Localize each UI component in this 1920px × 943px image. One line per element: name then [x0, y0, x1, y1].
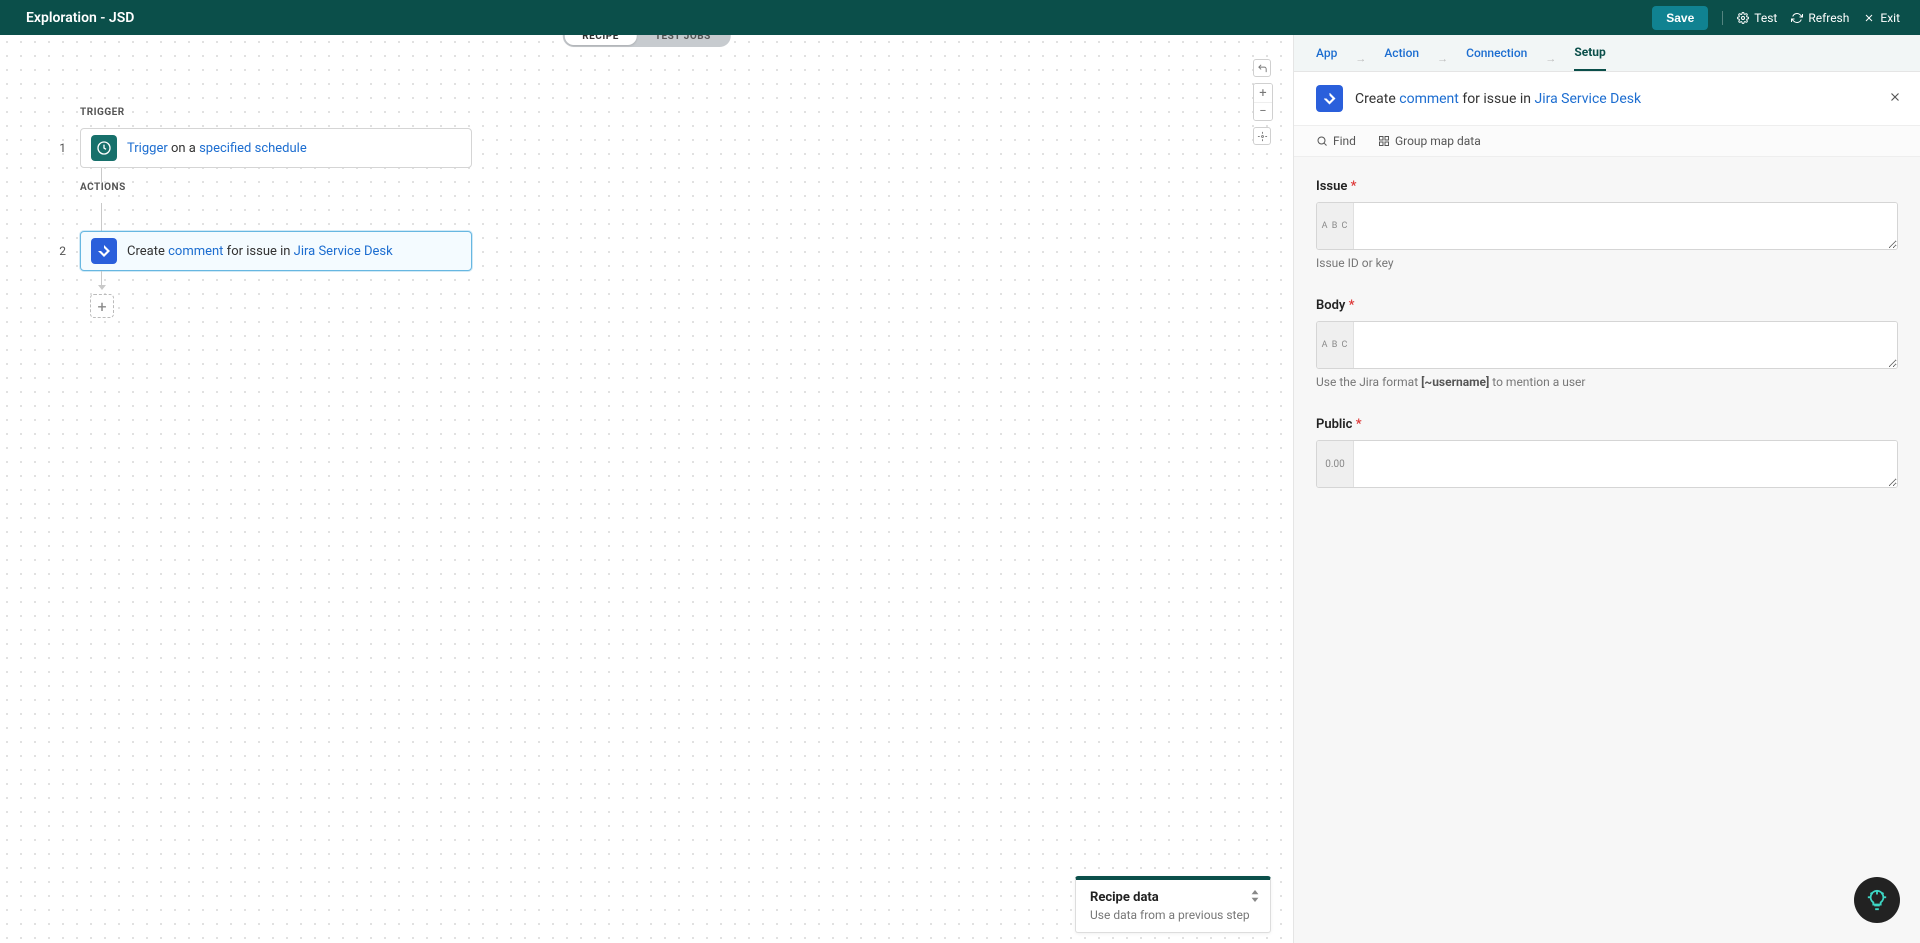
canvas-tab-pill: RECIPE TEST JOBS	[562, 35, 731, 47]
required-indicator: *	[1356, 417, 1362, 432]
issue-help-text: Issue ID or key	[1316, 256, 1898, 270]
public-label: Public *	[1316, 417, 1898, 432]
tab-setup[interactable]: Setup	[1574, 45, 1605, 71]
public-input-wrapper: 0.00	[1316, 440, 1898, 488]
trigger-step-text: Trigger on a specified schedule	[127, 141, 307, 156]
issue-label: Issue *	[1316, 179, 1898, 194]
tab-connection[interactable]: Connection	[1466, 46, 1527, 70]
zoom-controls: + −	[1253, 83, 1273, 121]
lightbulb-icon	[1866, 889, 1888, 911]
map-icon	[1378, 135, 1390, 147]
recipe-canvas[interactable]: RECIPE TEST JOBS + − TRIGGER 1	[0, 35, 1293, 943]
connector	[101, 168, 102, 182]
undo-button[interactable]	[1253, 59, 1271, 77]
text-type-icon: A B C	[1317, 322, 1354, 368]
undo-icon	[1257, 63, 1268, 74]
gear-icon	[1737, 12, 1749, 24]
body-input[interactable]	[1354, 322, 1897, 368]
field-issue: Issue * A B C Issue ID or key	[1316, 179, 1898, 270]
body-help-text: Use the Jira format [~username] to menti…	[1316, 375, 1898, 389]
issue-input[interactable]	[1354, 203, 1897, 249]
recipe-flow: TRIGGER 1 Trigger on a specified schedul…	[58, 107, 472, 318]
save-button[interactable]: Save	[1652, 6, 1708, 30]
field-body: Body * A B C Use the Jira format [~usern…	[1316, 298, 1898, 389]
trigger-step-card[interactable]: Trigger on a specified schedule	[80, 128, 472, 168]
public-input[interactable]	[1354, 441, 1897, 487]
trigger-section-label: TRIGGER	[80, 107, 472, 118]
zoom-in-button[interactable]: +	[1254, 84, 1272, 102]
connector	[101, 271, 102, 285]
actions-section-label: ACTIONS	[80, 182, 472, 193]
required-indicator: *	[1351, 179, 1357, 194]
test-button[interactable]: Test	[1737, 11, 1777, 25]
close-icon	[1888, 90, 1902, 104]
connector	[101, 203, 102, 231]
group-map-data-button[interactable]: Group map data	[1378, 134, 1481, 148]
panel-header: Create comment for issue in Jira Service…	[1294, 72, 1920, 126]
tab-recipe[interactable]: RECIPE	[564, 35, 637, 45]
chevron-right-icon: →	[1437, 52, 1448, 65]
panel-title: Create comment for issue in Jira Service…	[1355, 91, 1641, 107]
tab-action[interactable]: Action	[1384, 46, 1419, 70]
find-button[interactable]: Find	[1316, 134, 1356, 148]
recipe-data-title: Recipe data	[1090, 890, 1256, 905]
expand-icon[interactable]	[1250, 890, 1260, 905]
step-2-number: 2	[58, 244, 66, 258]
group-map-label: Group map data	[1395, 134, 1481, 148]
tab-test-jobs[interactable]: TEST JOBS	[637, 35, 729, 45]
panel-tabs: App → Action → Connection → Setup	[1294, 35, 1920, 72]
search-icon	[1316, 135, 1328, 147]
canvas-controls: + −	[1253, 59, 1273, 145]
divider	[1722, 11, 1723, 25]
issue-input-wrapper: A B C	[1316, 202, 1898, 250]
main-layout: RECIPE TEST JOBS + − TRIGGER 1	[0, 35, 1920, 943]
required-indicator: *	[1349, 298, 1355, 313]
recipe-title[interactable]: Exploration - JSD	[26, 10, 134, 26]
config-panel: App → Action → Connection → Setup Create…	[1293, 35, 1920, 943]
find-label: Find	[1333, 134, 1356, 148]
number-type-icon: 0.00	[1317, 441, 1354, 487]
refresh-button[interactable]: Refresh	[1791, 11, 1849, 25]
body-input-wrapper: A B C	[1316, 321, 1898, 369]
recipe-data-tray[interactable]: Recipe data Use data from a previous ste…	[1075, 876, 1271, 933]
clock-icon	[91, 135, 117, 161]
recipe-data-subtitle: Use data from a previous step	[1090, 908, 1256, 922]
close-panel-button[interactable]	[1888, 90, 1902, 108]
jira-service-desk-icon	[1316, 85, 1343, 112]
action-step-card[interactable]: Create comment for issue in Jira Service…	[80, 231, 472, 271]
exit-label: Exit	[1880, 11, 1900, 25]
body-label: Body *	[1316, 298, 1898, 313]
header-actions: Save Test Refresh Exit	[1652, 6, 1900, 30]
app-header: Exploration - JSD Save Test Refresh Exit	[0, 0, 1920, 35]
jira-service-desk-icon	[91, 238, 117, 264]
step-1-number: 1	[58, 141, 66, 155]
step-2-row: 2 Create comment for issue in Jira Servi…	[58, 231, 472, 271]
add-step-button[interactable]: +	[90, 294, 114, 318]
test-label: Test	[1754, 11, 1777, 25]
action-step-text: Create comment for issue in Jira Service…	[127, 244, 393, 259]
exit-button[interactable]: Exit	[1863, 11, 1900, 25]
field-public: Public * 0.00	[1316, 417, 1898, 488]
tab-app[interactable]: App	[1316, 46, 1337, 70]
chevron-right-icon: →	[1355, 52, 1366, 65]
panel-tools: Find Group map data	[1294, 126, 1920, 157]
fit-view-button[interactable]	[1253, 127, 1271, 145]
refresh-icon	[1791, 12, 1803, 24]
close-icon	[1863, 12, 1875, 24]
arrow-down-icon	[98, 285, 106, 290]
zoom-out-button[interactable]: −	[1254, 102, 1272, 120]
step-1-row: 1 Trigger on a specified schedule	[58, 128, 472, 168]
panel-body: Issue * A B C Issue ID or key Body * A B…	[1294, 157, 1920, 943]
help-bubble-button[interactable]	[1854, 877, 1900, 923]
fit-icon	[1257, 131, 1268, 142]
text-type-icon: A B C	[1317, 203, 1354, 249]
refresh-label: Refresh	[1808, 11, 1849, 25]
chevron-right-icon: →	[1545, 52, 1556, 65]
